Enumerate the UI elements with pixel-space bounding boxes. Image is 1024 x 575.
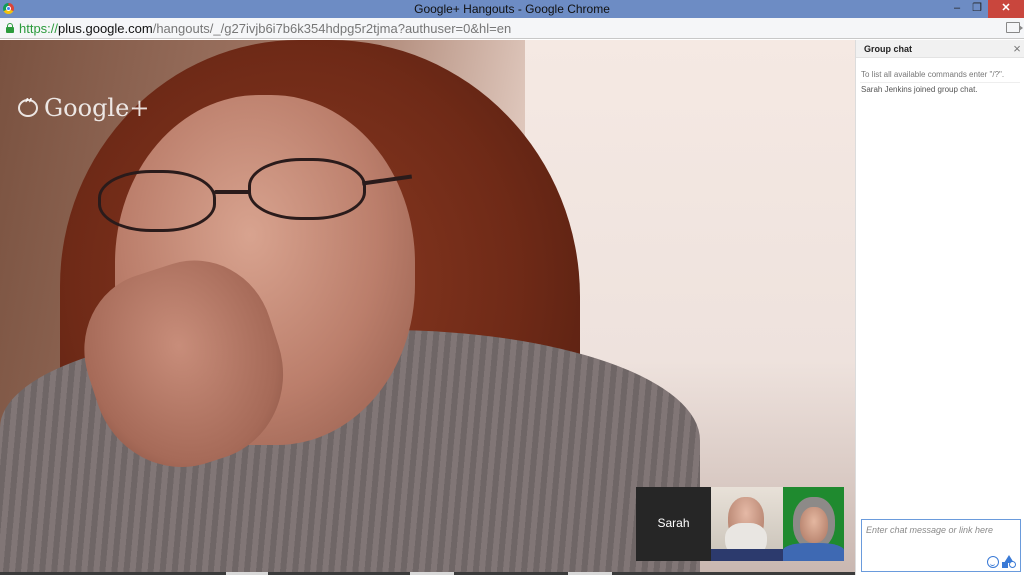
chat-header: Group chat ×: [856, 40, 1024, 58]
smiley-icon[interactable]: [987, 556, 999, 568]
glasses-bridge: [214, 190, 250, 194]
address-bar[interactable]: https://plus.google.com/hangouts/_/g27iv…: [0, 18, 1024, 39]
shapes-icon[interactable]: [1002, 555, 1016, 569]
url-path: /hangouts/_/g27ivjb6i7b6k354hdpg5r2tjma?…: [152, 21, 512, 36]
camera-icon[interactable]: [1006, 22, 1023, 33]
participant-shirt: [783, 543, 844, 561]
lock-icon[interactable]: [6, 23, 14, 33]
close-window-button[interactable]: ✕: [988, 0, 1024, 18]
chat-message: Sarah Jenkins joined group chat.: [861, 85, 978, 94]
participant-tile-bearded-man[interactable]: [711, 487, 783, 561]
participant-face: [800, 507, 828, 543]
restore-button[interactable]: ❐: [964, 0, 990, 18]
chat-title: Group chat: [864, 44, 913, 54]
url-scheme: https://: [19, 21, 59, 36]
glasses-lens-right: [248, 158, 366, 220]
url-host: plus.google.com: [58, 21, 153, 36]
hangouts-icon: [18, 95, 38, 117]
url-text[interactable]: https://plus.google.com/hangouts/_/g27iv…: [19, 21, 511, 36]
participant-tile-sarah[interactable]: Sarah: [636, 487, 711, 561]
participant-filmstrip: Sarah: [636, 487, 844, 561]
participant-name: Sarah: [657, 516, 690, 530]
group-chat-panel: Group chat × To list all available comma…: [855, 40, 1024, 575]
window-title: Google+ Hangouts - Google Chrome: [414, 2, 610, 16]
close-chat-button[interactable]: ×: [1010, 41, 1024, 57]
chat-message-input[interactable]: [862, 520, 1020, 540]
participant-shirt: [711, 549, 783, 561]
chat-input-box[interactable]: [861, 519, 1021, 572]
chat-divider: [860, 82, 1020, 83]
google-plus-wordmark: Google+: [44, 94, 150, 122]
participant-tile-woman[interactable]: [783, 487, 844, 561]
chat-message: To list all available commands enter "/?…: [861, 70, 1005, 79]
window-title-bar: Google+ Hangouts - Google Chrome ‒ ❐ ✕: [0, 0, 1024, 18]
glasses-lens-left: [98, 170, 216, 232]
